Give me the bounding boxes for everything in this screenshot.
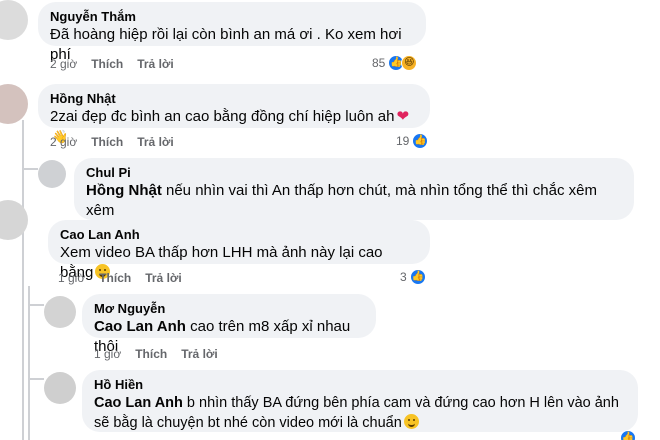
avatar[interactable] <box>44 296 76 328</box>
heart-emoji-icon: ❤ <box>396 108 410 125</box>
like-button[interactable]: Thích <box>91 134 123 150</box>
mention-link[interactable]: Cao Lan Anh <box>94 395 183 411</box>
comment-bubble: Nguyễn Thắm Đã hoàng hiệp rồi lại còn bì… <box>38 2 426 63</box>
reply-button[interactable]: Trả lời <box>181 346 218 362</box>
avatar[interactable] <box>0 84 28 124</box>
comment-author[interactable]: Mơ Nguyễn <box>94 300 364 317</box>
comment-bubble: Hồng Nhật 2zai đẹp đc bình an cao bằng đ… <box>38 84 430 144</box>
comment-author[interactable]: Cao Lan Anh <box>60 226 418 243</box>
thread-line <box>28 378 44 380</box>
comment-actions: 1 giờ Thích Trả lời <box>58 270 182 286</box>
smiling-emoji-icon <box>403 414 419 429</box>
comment-time[interactable]: 1 giờ <box>58 270 85 286</box>
comment-time[interactable]: 2 giờ <box>50 134 77 150</box>
comment-author[interactable]: Hồ Hiền <box>94 376 626 393</box>
avatar[interactable] <box>44 372 76 404</box>
comment-time[interactable]: 1 giờ <box>94 346 121 362</box>
reaction-summary[interactable]: 19 👍 <box>396 133 429 149</box>
reply-button[interactable]: Trả lời <box>137 56 174 72</box>
reply-bubble: Hồ Hiền Cao Lan Anh b nhìn thấy BA đứng … <box>82 370 638 432</box>
like-button[interactable]: Thích <box>91 56 123 72</box>
comment-actions: 1 giờ Thích Trả lời <box>94 346 218 362</box>
reaction-summary[interactable]: 👍 <box>620 430 636 440</box>
comment-author[interactable]: Hồng Nhật <box>50 90 418 107</box>
avatar[interactable] <box>0 0 28 40</box>
reply-bubble: Chul Pi Hồng Nhật nếu nhìn vai thì An th… <box>74 158 634 237</box>
thread-line <box>28 286 30 440</box>
reply-button[interactable]: Trả lời <box>145 270 182 286</box>
comment-actions: 2 giờ Thích Trả lời <box>50 134 174 150</box>
mention-link[interactable]: Hồng Nhật <box>86 182 162 199</box>
reaction-count: 3 <box>400 270 407 284</box>
comment-author[interactable]: Nguyễn Thắm <box>50 8 414 25</box>
reply-button[interactable]: Trả lời <box>137 134 174 150</box>
avatar[interactable] <box>38 160 66 188</box>
thread-line <box>28 304 44 306</box>
mention-link[interactable]: Cao Lan Anh <box>94 318 186 335</box>
like-icon: 👍 <box>409 269 426 285</box>
like-button[interactable]: Thích <box>99 270 131 286</box>
like-icon: 👍 <box>620 430 636 440</box>
comment-text: Hồng Nhật nếu nhìn vai thì An thấp hơn c… <box>86 181 622 221</box>
comment-bubble: Cao Lan Anh Xem video BA thấp hơn LHH mà… <box>48 220 430 281</box>
comment-text-body: 2zai đẹp đc bình an cao bằng đồng chí hi… <box>50 108 395 125</box>
thread-line <box>22 168 38 170</box>
comment-text-body: nếu nhìn vai thì An thấp hơn chút, mà nh… <box>86 182 597 219</box>
haha-icon: 😆 <box>401 55 418 71</box>
reply-bubble: Mơ Nguyễn Cao Lan Anh cao trên m8 xấp xỉ… <box>82 294 376 355</box>
reaction-count: 19 <box>396 134 410 148</box>
reaction-summary[interactable]: 3 👍 <box>400 269 426 285</box>
like-button[interactable]: Thích <box>135 346 167 362</box>
reaction-count: 85 <box>372 56 386 70</box>
comment-actions: 2 giờ Thích Trả lời <box>50 56 174 72</box>
like-icon: 👍 <box>412 133 429 149</box>
comment-time[interactable]: 2 giờ <box>50 56 77 72</box>
comment-author[interactable]: Chul Pi <box>86 164 622 181</box>
reaction-summary[interactable]: 85 👍 😆 <box>372 55 418 71</box>
comment-text: Cao Lan Anh b nhìn thấy BA đứng bên phía… <box>94 393 626 433</box>
